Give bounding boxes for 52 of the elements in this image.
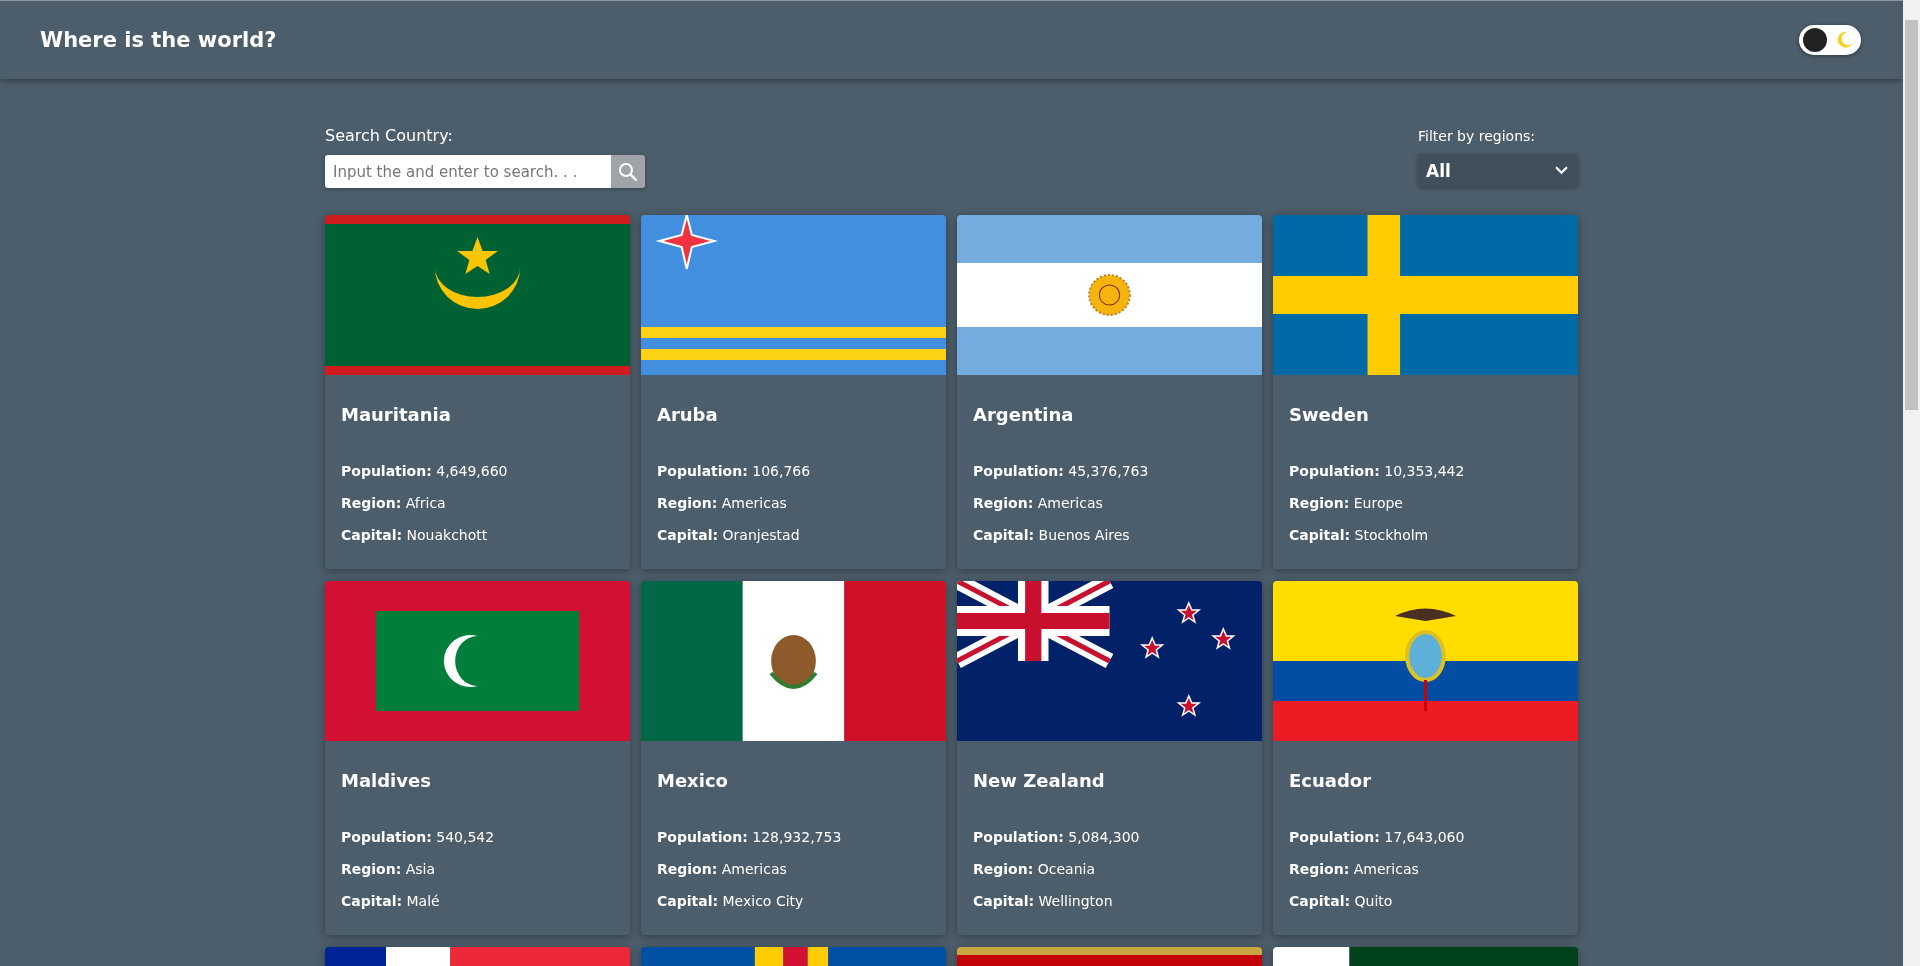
country-detail: Population: 17,643,060 <box>1289 828 1465 847</box>
country-detail: Capital: Stockholm <box>1289 526 1429 545</box>
country-detail: Capital: Wellington <box>973 892 1113 911</box>
country-card[interactable]: Ecuador Population: 17,643,060 Region: Americas Capital: Quito <box>1273 581 1578 935</box>
country-card[interactable]: Aruba Population: 106,766 Region: Americas Capital: Oranjestad <box>641 215 946 569</box>
country-detail: Region: Africa <box>341 494 446 513</box>
country-detail: Region: Europe <box>1289 494 1403 513</box>
chevron-down-icon <box>1555 166 1568 175</box>
country-detail: Capital: Buenos Aires <box>973 526 1130 545</box>
country-detail: Region: Americas <box>657 860 787 879</box>
country-name: Ecuador <box>1289 770 1372 791</box>
country-detail: Population: 540,542 <box>341 828 495 847</box>
country-card[interactable]: Maldives Population: 540,542 Region: Asia Capital: Malé <box>325 581 630 935</box>
country-detail: Capital: Nouakchott <box>341 526 488 545</box>
search-button[interactable] <box>611 155 645 188</box>
moon-icon <box>1835 30 1855 50</box>
country-name: Aruba <box>657 404 718 425</box>
country-card[interactable]: Argentina Population: 45,376,763 Region: Americas Capital: Buenos Aires <box>957 215 1262 569</box>
search-field[interactable]: Input the and enter to search. . . <box>325 155 611 188</box>
country-card[interactable]: Mexico Population: 128,932,753 Region: Americas Capital: Mexico City <box>641 581 946 935</box>
country-detail: Region: Oceania <box>973 860 1095 879</box>
country-name: Mexico <box>657 770 728 791</box>
search-icon <box>618 161 638 182</box>
country-name: Maldives <box>341 770 431 791</box>
scrollbar[interactable] <box>1903 0 1920 966</box>
country-detail: Region: Americas <box>1289 860 1419 879</box>
country-card[interactable]: Sweden Population: 10,353,442 Region: Europe Capital: Stockholm <box>1273 215 1578 569</box>
country-detail: Capital: Quito <box>1289 892 1393 911</box>
country-detail: Capital: Mexico City <box>657 892 804 911</box>
country-name: New Zealand <box>973 770 1105 791</box>
search-label: Search Country: <box>325 126 454 145</box>
country-card[interactable]: New Zealand Population: 5,084,300 Region: Oceania Capital: Wellington <box>957 581 1262 935</box>
filter-label: Filter by regions: <box>1418 128 1536 144</box>
theme-toggle[interactable] <box>1799 25 1861 55</box>
country-detail: Capital: Oranjestad <box>657 526 800 545</box>
country-detail: Population: 5,084,300 <box>973 828 1140 847</box>
app-title: Where is the world? <box>40 28 277 52</box>
region-dropdown[interactable]: All <box>1418 154 1578 187</box>
country-detail: Region: Americas <box>657 494 787 513</box>
country-detail: Population: 10,353,442 <box>1289 462 1465 481</box>
scrollbar-thumb[interactable] <box>1905 20 1918 410</box>
country-detail: Region: Americas <box>973 494 1103 513</box>
country-detail: Population: 128,932,753 <box>657 828 842 847</box>
country-detail: Population: 106,766 <box>657 462 811 481</box>
country-card[interactable]: Mauritania Population: 4,649,660 Region: Africa Capital: Nouakchott <box>325 215 630 569</box>
country-detail: Region: Asia <box>341 860 436 879</box>
country-name: Sweden <box>1289 404 1369 425</box>
country-detail: Population: 45,376,763 <box>973 462 1149 481</box>
country-detail: Population: 4,649,660 <box>341 462 508 481</box>
country-detail: Capital: Malé <box>341 892 440 911</box>
country-name: Mauritania <box>341 404 451 425</box>
country-name: Argentina <box>973 404 1074 425</box>
